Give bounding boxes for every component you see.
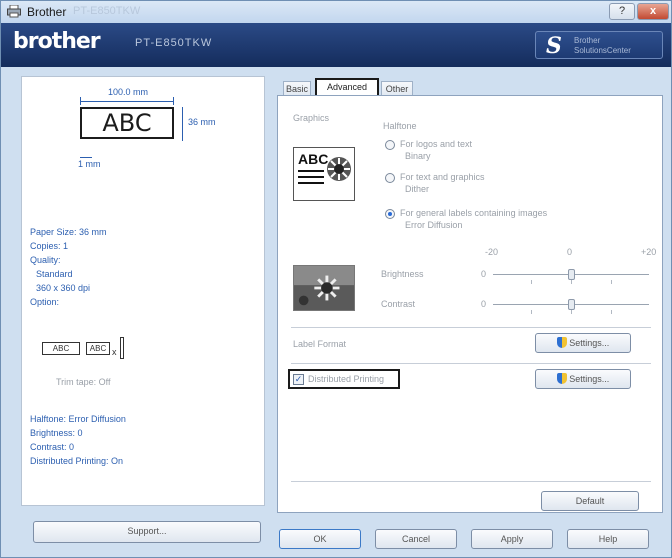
quality-value: Standard (36, 269, 73, 279)
option-error-diffusion-label: Error Diffusion (405, 220, 463, 230)
title-help-button[interactable]: ? (609, 3, 635, 20)
support-button[interactable]: Support... (33, 521, 261, 543)
flower-icon (327, 157, 351, 181)
cut-mark-icon: x (112, 347, 117, 357)
tape-sample-1: ABC (42, 342, 80, 355)
distributed-printing-label: Distributed Printing (308, 374, 385, 384)
label-margin-dimension: 1 mm (78, 159, 101, 169)
scale-mid-label: 0 (567, 247, 573, 257)
printer-icon (7, 5, 21, 18)
height-dimension-line (182, 107, 183, 141)
window-model-name: PT-E850TKW (73, 5, 141, 17)
ok-button[interactable]: OK (279, 529, 361, 549)
width-dimension-line (80, 101, 174, 102)
option-text-graphics-label: For text and graphics (400, 172, 485, 182)
halftone-sample-text: ABC (298, 151, 329, 167)
sunflower-photo (293, 265, 355, 311)
printer-properties-window: Brother PT-E850TKW ? x brother PT-E850TK… (0, 0, 672, 558)
margin-dimension-line (80, 157, 92, 158)
brand-banner: brother PT-E850TKW S Brother SolutionsCen… (1, 23, 671, 67)
option-general-labels-label: For general labels containing images (400, 208, 548, 218)
default-button[interactable]: Default (541, 491, 639, 511)
tape-end-icon (120, 337, 124, 359)
scale-max-label: +20 (641, 247, 657, 257)
tape-sample-2: ABC (86, 342, 110, 355)
distributed-printing-summary: Distributed Printing: On (30, 456, 124, 466)
label-format-label: Label Format (293, 339, 347, 349)
window-title: Brother (27, 5, 67, 19)
radio-general-labels[interactable] (385, 209, 395, 219)
contrast-summary: Contrast: 0 (30, 442, 75, 452)
help-button[interactable]: Help (567, 529, 649, 549)
solutions-center-icon: S (546, 33, 562, 59)
radio-logos-text[interactable] (385, 140, 395, 150)
distributed-printing-checkbox[interactable]: ✓ (293, 374, 304, 385)
option-label: Option: (30, 297, 60, 307)
halftone-preview-image: ABC (293, 147, 355, 201)
halftone-summary: Halftone: Error Diffusion (30, 414, 126, 424)
distributed-printing-settings-button[interactable]: Settings... (535, 369, 631, 389)
shield-icon (556, 337, 567, 348)
radio-text-graphics[interactable] (385, 173, 395, 183)
option-binary-label: Binary (405, 151, 431, 161)
solutions-center-button[interactable]: S Brother SolutionsCenter (535, 31, 663, 59)
label-format-settings-button[interactable]: Settings... (535, 333, 631, 353)
brightness-slider-thumb[interactable] (568, 269, 575, 280)
tape-sample-preview: ABC ABC x (42, 335, 152, 363)
contrast-slider-thumb[interactable] (568, 299, 575, 310)
settings-summary: Halftone: Error Diffusion Brightness: 0 … (30, 412, 126, 468)
shield-icon (556, 373, 567, 384)
cancel-button[interactable]: Cancel (375, 529, 457, 549)
option-dither-label: Dither (405, 184, 430, 194)
brightness-value: 0 (481, 269, 487, 279)
brother-logo: brother (13, 29, 101, 54)
quality-label: Quality: (30, 255, 61, 265)
copies-text: Copies: 1 (30, 241, 69, 251)
label-height-dimension: 36 mm (188, 117, 216, 127)
trim-tape-text: Trim tape: Off (56, 377, 111, 387)
banner-model-name: PT-E850TKW (135, 37, 213, 49)
close-button[interactable]: x (637, 3, 669, 20)
brightness-summary: Brightness: 0 (30, 428, 83, 438)
paper-size-text: Paper Size: 36 mm (30, 227, 107, 237)
graphics-label: Graphics (293, 113, 330, 123)
resolution-value: 360 x 360 dpi (36, 283, 91, 293)
halftone-label: Halftone (383, 121, 417, 131)
distributed-printing-checkbox-frame[interactable]: ✓ Distributed Printing (288, 369, 400, 389)
print-info-list: Paper Size: 36 mm Copies: 1 Quality: Sta… (30, 225, 107, 309)
label-width-dimension: 100.0 mm (108, 87, 149, 97)
scale-min-label: -20 (485, 247, 499, 257)
print-preview-panel: 100.0 mm ABC 36 mm 1 mm Paper Size: 36 m… (21, 76, 265, 506)
title-bar[interactable]: Brother PT-E850TKW ? x (1, 1, 671, 23)
apply-button[interactable]: Apply (471, 529, 553, 549)
contrast-value: 0 (481, 299, 487, 309)
option-logos-text-label: For logos and text (400, 139, 473, 149)
brightness-label: Brightness (381, 269, 424, 279)
label-preview: ABC (80, 107, 174, 139)
solutions-center-label: Brother SolutionsCenter (574, 36, 631, 55)
contrast-label: Contrast (381, 299, 416, 309)
